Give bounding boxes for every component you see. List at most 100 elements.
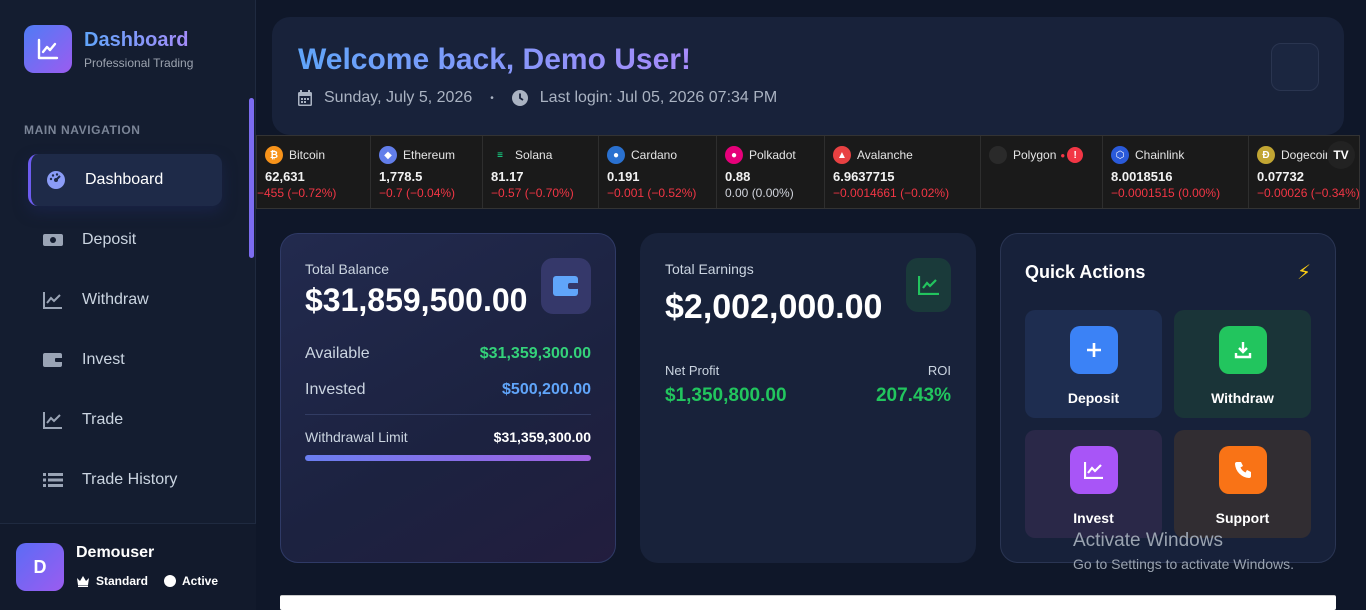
calendar-icon xyxy=(298,90,312,106)
ticker-name: Polkadot xyxy=(749,148,796,162)
money-icon xyxy=(42,229,64,251)
sidebar-item-dashboard[interactable]: Dashboard xyxy=(28,154,222,206)
avalanche-icon: ▲ xyxy=(833,146,851,164)
user-profile[interactable]: D Demouser Standard Active xyxy=(0,523,256,610)
user-plan: Standard xyxy=(96,574,149,588)
bitcoin-icon: ₿ xyxy=(265,146,283,164)
withdrawal-limit-amount: $31,359,300.00 xyxy=(493,429,591,445)
wallet-icon xyxy=(541,258,591,314)
bottom-widget-strip xyxy=(280,595,1336,610)
ticker-item-bitcoin[interactable]: ₿ Bitcoin 62,631 −455 (−0.72%) xyxy=(257,136,371,208)
phone-icon xyxy=(1218,446,1267,494)
sidebar: Dashboard Professional Trading MAIN NAVI… xyxy=(0,0,256,610)
chart-line-icon xyxy=(1069,446,1118,494)
ticker-change: 0.00 (0.00%) xyxy=(725,186,794,200)
watermark-subtitle: Go to Settings to activate Windows. xyxy=(1073,556,1294,572)
brand[interactable]: Dashboard Professional Trading xyxy=(24,25,193,73)
balance-card: Total Balance $31,859,500.00 Available $… xyxy=(280,233,616,563)
ticker-item-avalanche[interactable]: ▲ Avalanche 6.9637715 −0.0014661 (−0.02%) xyxy=(825,136,981,208)
ticker-item-ethereum[interactable]: ◆ Ethereum 1,778.5 −0.7 (−0.04%) xyxy=(371,136,483,208)
chart-line-icon xyxy=(906,258,951,312)
solana-icon: ≡ xyxy=(497,149,503,161)
user-status: Active xyxy=(182,574,219,588)
divider xyxy=(305,414,591,415)
dogecoin-icon: Ð xyxy=(1257,146,1275,164)
balance-amount: $31,859,500.00 xyxy=(305,282,528,318)
invested-amount: $500,200.00 xyxy=(502,381,591,398)
meta-separator: • xyxy=(490,92,494,104)
ticker-price: 0.07732 xyxy=(1257,169,1304,184)
brand-subtitle: Professional Trading xyxy=(84,55,194,70)
gauge-icon xyxy=(45,169,67,191)
ticker-price: 6.9637715 xyxy=(833,169,895,184)
quick-withdraw-button[interactable]: Withdraw xyxy=(1174,310,1311,418)
watermark-title: Activate Windows xyxy=(1073,530,1223,551)
user-name: Demouser xyxy=(76,544,155,561)
welcome-meta: Sunday, July 5, 2026 • Last login: Jul 0… xyxy=(298,89,777,107)
ticker-change: −0.0001515 (0.00%) xyxy=(1111,186,1221,200)
clock-icon xyxy=(511,90,528,106)
quick-action-label: Invest xyxy=(1073,510,1114,526)
wallet-icon xyxy=(42,349,64,371)
ticker-change: −0.0014661 (−0.02%) xyxy=(833,186,950,200)
sidebar-item-label: Trade xyxy=(82,411,124,428)
ticker-item-chainlink[interactable]: ⬡ Chainlink 8.0018516 −0.0001515 (0.00%) xyxy=(1103,136,1249,208)
sidebar-item-withdraw[interactable]: Withdraw xyxy=(28,274,222,326)
available-label: Available xyxy=(305,345,370,362)
earnings-amount: $2,002,000.00 xyxy=(665,288,883,326)
ticker-name: Avalanche xyxy=(857,148,913,162)
net-profit-amount: $1,350,800.00 xyxy=(665,385,787,406)
ticker-name: Chainlink xyxy=(1135,148,1185,162)
sidebar-item-trade[interactable]: Trade xyxy=(28,394,222,446)
quick-actions-title: Quick Actions xyxy=(1025,262,1146,282)
quick-action-label: Withdraw xyxy=(1211,390,1274,406)
polygon-icon xyxy=(989,146,1007,164)
ticker-item-cardano[interactable]: ● Cardano 0.191 −0.001 (−0.52%) xyxy=(599,136,717,208)
roi-value: 207.43% xyxy=(875,385,951,406)
download-icon xyxy=(1218,326,1267,374)
roi-label: ROI xyxy=(927,363,951,378)
ticker-change: −0.7 (−0.04%) xyxy=(379,186,456,200)
ticker-change: −455 (−0.72%) xyxy=(257,186,337,200)
ethereum-icon: ◆ xyxy=(379,146,397,164)
sidebar-item-label: Dashboard xyxy=(85,171,164,188)
cardano-icon: ● xyxy=(607,146,625,164)
alert-icon: ! xyxy=(1067,147,1084,163)
sidebar-item-label: Trade History xyxy=(82,471,178,488)
ticker-price: 1,778.5 xyxy=(379,169,423,184)
nav-heading: MAIN NAVIGATION xyxy=(24,123,141,137)
ticker-price: 8.0018516 xyxy=(1111,169,1173,184)
welcome-title: Welcome back, Demo User! xyxy=(298,43,691,76)
header-action-button[interactable] xyxy=(1271,43,1319,91)
quick-deposit-button[interactable]: Deposit xyxy=(1025,310,1162,418)
user-meta: Standard Active xyxy=(76,574,218,588)
ticker-name: Ethereum xyxy=(403,148,456,162)
ticker-price: 0.88 xyxy=(725,169,751,184)
chart-line-icon xyxy=(24,25,72,73)
invested-label: Invested xyxy=(305,381,366,398)
ticker-item-solana[interactable]: ≡ Solana 81.17 −0.57 (−0.70%) xyxy=(483,136,599,208)
earnings-label: Total Earnings xyxy=(665,261,754,277)
withdrawal-limit-bar xyxy=(305,455,591,461)
sidebar-item-invest[interactable]: Invest xyxy=(28,334,222,386)
quick-invest-button[interactable]: Invest xyxy=(1025,430,1162,538)
ticker-name: Polygon xyxy=(1013,148,1057,162)
quick-support-button[interactable]: Support xyxy=(1174,430,1311,538)
ticker-name: Bitcoin xyxy=(289,148,326,162)
ticker-item-polygon[interactable]: Polygon ●! xyxy=(981,136,1103,208)
sidebar-item-deposit[interactable]: Deposit xyxy=(28,214,222,266)
tradingview-logo-icon[interactable]: TV xyxy=(1327,141,1355,169)
ticker-item-polkadot[interactable]: ● Polkadot 0.88 0.00 (0.00%) xyxy=(717,136,825,208)
lightning-icon: ⚡ xyxy=(1296,262,1311,284)
sidebar-scrollbar[interactable] xyxy=(249,98,254,258)
chainlink-icon: ⬡ xyxy=(1111,146,1129,164)
crypto-ticker[interactable]: ₿ Bitcoin 62,631 −455 (−0.72%) ◆ Ethereum … xyxy=(256,135,1360,209)
sidebar-item-trade-history[interactable]: Trade History xyxy=(28,454,222,506)
ticker-change: −0.001 (−0.52%) xyxy=(607,186,697,200)
welcome-card: Welcome back, Demo User! Sunday, July 5,… xyxy=(272,17,1344,135)
chart-line-icon xyxy=(42,289,64,311)
activate-windows-watermark: Activate Windows Go to Settings to activ… xyxy=(1073,530,1294,572)
ticker-price: 81.17 xyxy=(491,169,524,184)
ticker-change: −0.00026 (−0.34%) xyxy=(1257,186,1360,200)
available-amount: $31,359,300.00 xyxy=(479,345,591,362)
